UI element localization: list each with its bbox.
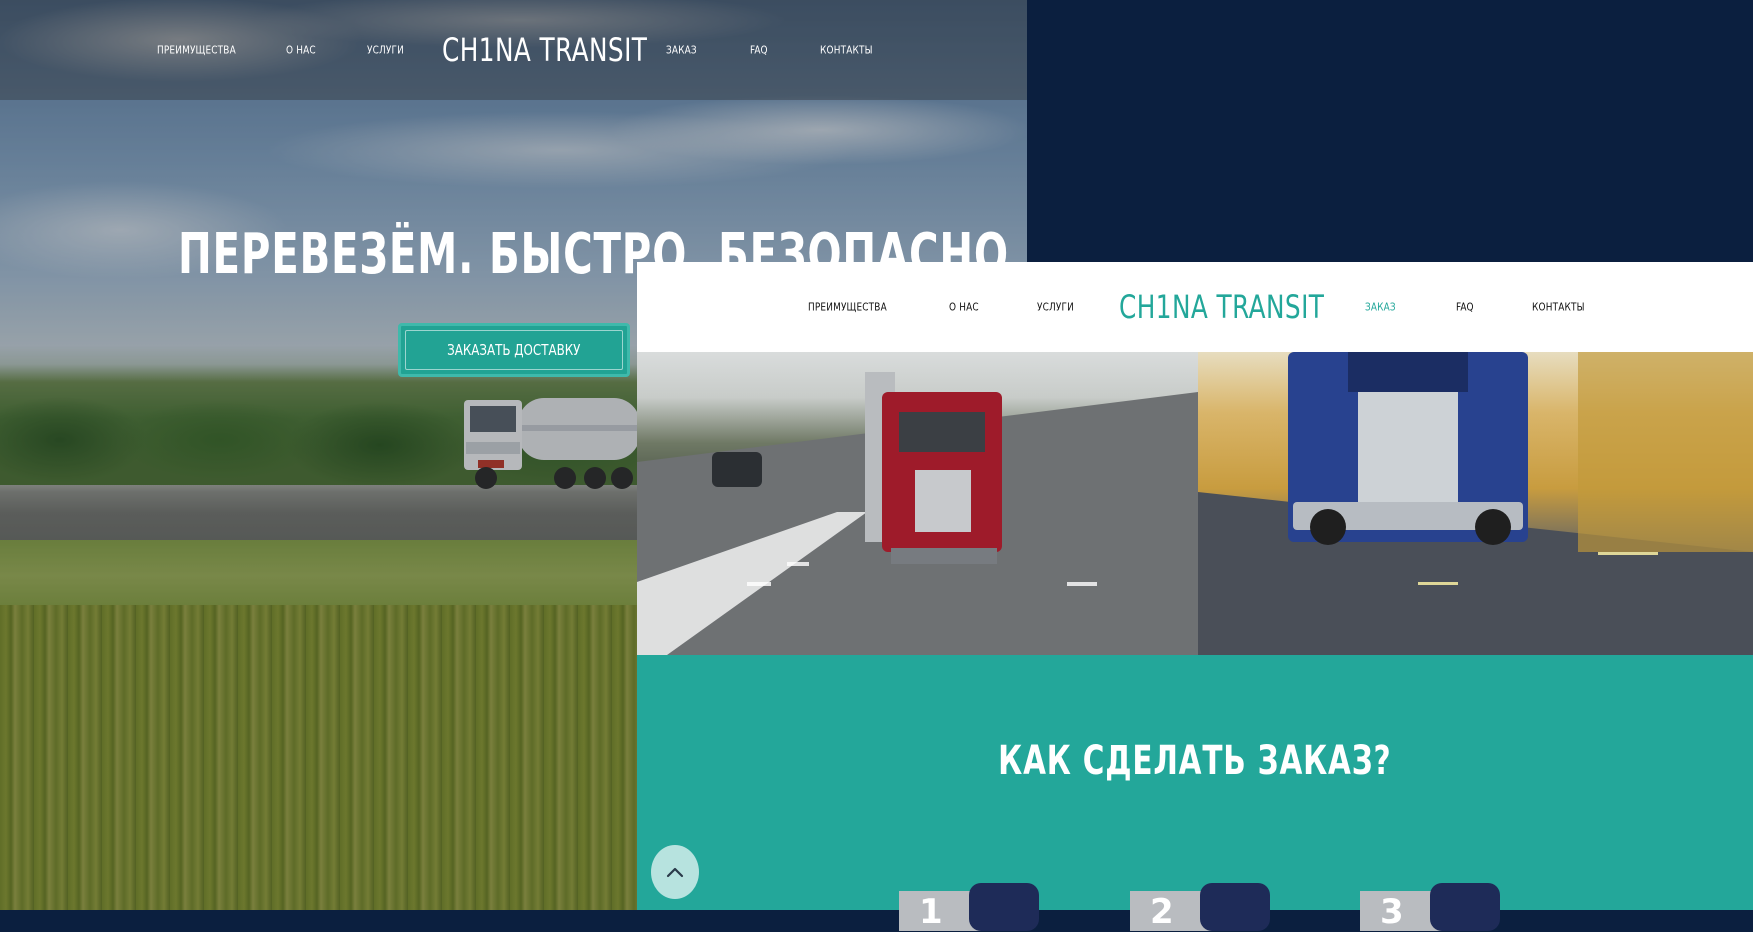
step-number-2: 2 — [1150, 892, 1174, 932]
scroll-to-top-button[interactable] — [651, 845, 699, 899]
nav-item-advantages[interactable]: ПРЕИМУЩЕСТВА — [157, 44, 236, 57]
nav-item-about[interactable]: О НАС — [286, 44, 316, 57]
dark-background — [1027, 0, 1753, 262]
nav-item-contacts[interactable]: КОНТАКТЫ — [820, 44, 873, 57]
order-delivery-button[interactable]: ЗАКАЗАТЬ ДОСТАВКУ — [398, 323, 630, 377]
nav-item-order[interactable]: ЗАКАЗ — [666, 44, 697, 57]
blue-truck-photo — [1198, 352, 1753, 655]
step-card-3: 3 — [1360, 883, 1500, 932]
front-site-logo[interactable]: CH1NA TRANSIT — [1119, 288, 1324, 326]
chevron-up-icon — [666, 867, 684, 878]
nav-item-faq[interactable]: FAQ — [750, 44, 768, 57]
front-nav-item-contacts[interactable]: КОНТАКТЫ — [1532, 301, 1585, 314]
foreground-page: ПРЕИМУЩЕСТВА О НАС УСЛУГИ CH1NA TRANSIT … — [637, 262, 1753, 910]
front-nav-item-faq[interactable]: FAQ — [1456, 301, 1474, 314]
front-nav-item-services[interactable]: УСЛУГИ — [1037, 301, 1074, 314]
main-nav: ПРЕИМУЩЕСТВА О НАС УСЛУГИ CH1NA TRANSIT … — [0, 0, 1027, 100]
how-to-order-title-text: КАК СДЕЛАТЬ ЗАКАЗ? — [998, 738, 1392, 784]
step-number-1: 1 — [919, 892, 943, 932]
nav-item-services[interactable]: УСЛУГИ — [367, 44, 404, 57]
site-logo[interactable]: CH1NA TRANSIT — [442, 31, 647, 69]
how-to-order-title: КАК СДЕЛАТЬ ЗАКАЗ? — [637, 738, 1753, 784]
front-nav-item-order[interactable]: ЗАКАЗ — [1365, 301, 1396, 314]
step-card-2: 2 — [1130, 883, 1270, 932]
order-delivery-label: ЗАКАЗАТЬ ДОСТАВКУ — [447, 341, 581, 359]
step-number-3: 3 — [1380, 892, 1404, 932]
red-truck-photo — [637, 352, 1198, 655]
front-nav-item-advantages[interactable]: ПРЕИМУЩЕСТВА — [808, 301, 887, 314]
front-nav: ПРЕИМУЩЕСТВА О НАС УСЛУГИ CH1NA TRANSIT … — [637, 262, 1753, 352]
step-card-1: 1 — [899, 883, 1039, 932]
front-nav-item-about[interactable]: О НАС — [949, 301, 979, 314]
